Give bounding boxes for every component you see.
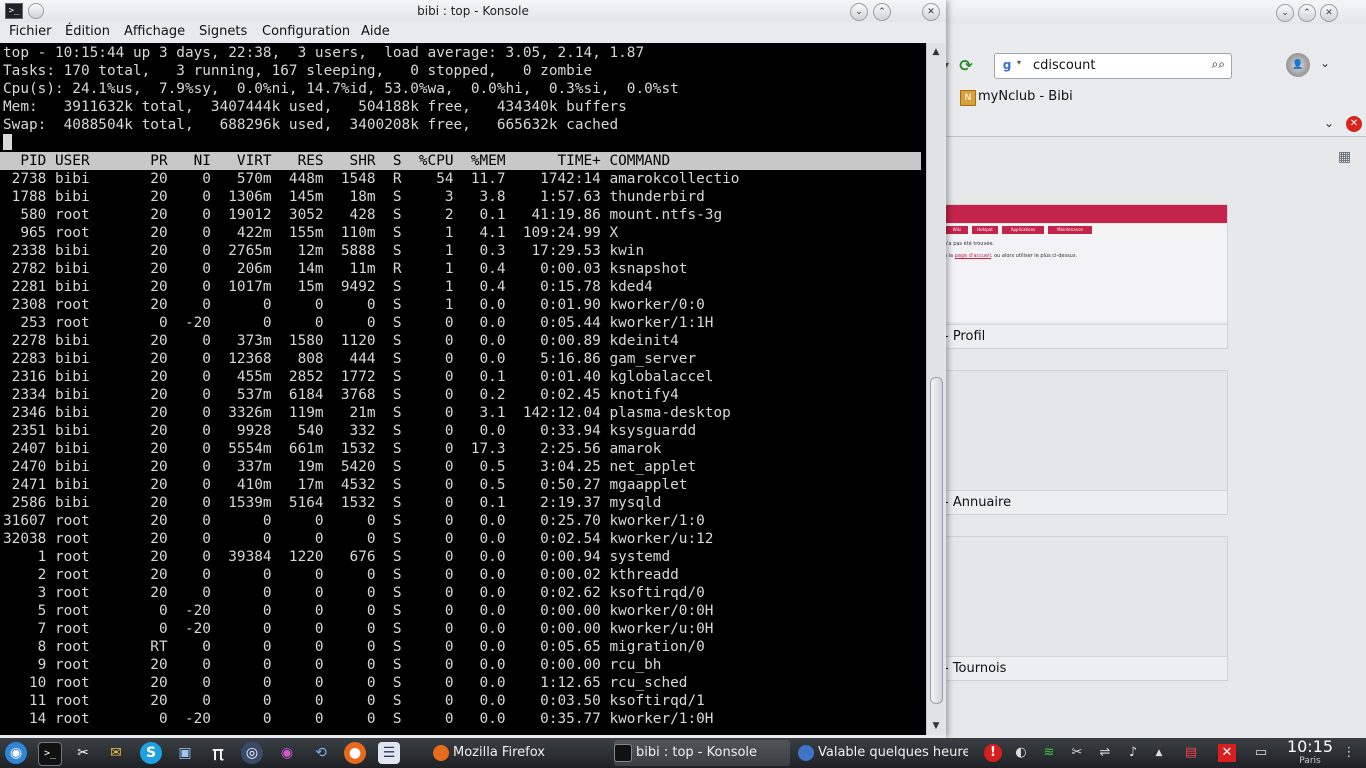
navigation-toolbar: ▾ ⟳ g ▾ ⌕⌕ 👤 ⌄ — [940, 50, 1366, 80]
clock-zone: Paris — [1299, 756, 1321, 766]
maximize-button[interactable]: ⌃ — [873, 3, 891, 21]
monitor-icon[interactable]: ▭ — [1252, 744, 1270, 762]
task-valable[interactable]: Valable quelques heure — [798, 740, 968, 766]
chevron-up-icon[interactable]: ▲ — [1150, 744, 1168, 762]
usb-icon[interactable]: ⇌ — [1096, 744, 1114, 762]
column-headers: PID USER PR NI VIRT RES SHR S %CPU %MEM … — [3, 153, 671, 169]
update-icon[interactable]: ⟲ — [310, 742, 332, 764]
skype-icon[interactable]: S — [140, 742, 162, 764]
bookmark-link[interactable]: myNclub - Bibi — [978, 89, 1073, 104]
thumbnail-nav-item: Wiki — [946, 226, 968, 234]
process-table: 2738 bibi 20 0 570m 448m 1548 R 54 11.7 … — [3, 171, 740, 727]
tile-profil[interactable]: Wiki Hotspot Applications Maintenance n'… — [940, 204, 1228, 349]
process-table-header: PID USER PR NI VIRT RES SHR S %CPU %MEM … — [0, 152, 921, 170]
avatar[interactable]: 👤 — [1286, 53, 1310, 77]
tile-caption: - Tournois — [940, 656, 1227, 680]
reload-icon[interactable]: ⟳ — [956, 56, 976, 76]
clock-time[interactable]: 10:15 — [1284, 738, 1336, 756]
thumbnail-text: n'a pas été trouvée. — [944, 241, 995, 247]
chevron-down-icon[interactable]: ⌄ — [1320, 56, 1330, 70]
taskbar: ◉ >_ ✂ ✉ S ▣ π ◎ ◉ ⟲ ● ☰ Mozilla Firefox… — [0, 738, 1366, 768]
grid-icon[interactable]: ▦ — [1338, 149, 1351, 165]
task-label: bibi : top - Konsole — [636, 745, 758, 760]
dolphin-icon[interactable]: ◐ — [1012, 744, 1030, 762]
close-button[interactable]: ✕ — [1320, 4, 1338, 22]
thumbnail-header — [940, 205, 1227, 223]
konsole-window: bibi : top - Konsole >_ ⌄ ⌃ ✕ Fichier Éd… — [0, 0, 946, 738]
firefox-titlebar[interactable]: ⌄ ⌃ ✕ — [940, 0, 1366, 24]
minimize-button[interactable]: ⌄ — [850, 3, 868, 21]
maximize-button[interactable]: ⌃ — [1298, 4, 1316, 22]
network-icon[interactable]: ▣ — [174, 742, 196, 764]
scroll-up-icon[interactable]: ▲ — [929, 45, 943, 59]
close-icon[interactable]: ✕ — [1218, 744, 1236, 762]
firefox-icon[interactable]: ● — [344, 742, 366, 764]
panel-toolbox-icon[interactable]: ⋮ — [1340, 744, 1358, 762]
window-menu-button[interactable] — [28, 3, 44, 19]
scissors-icon[interactable]: ✂ — [1068, 744, 1086, 762]
menu-signets[interactable]: Signets — [199, 24, 247, 39]
firefox-window: ⌄ ⌃ ✕ ▾ ⟳ g ▾ ⌕⌕ 👤 ⌄ N myNclub - Bibi ⌄ … — [940, 0, 1366, 738]
thumbnail-nav-item: Hotspot — [972, 226, 998, 234]
list-all-tabs-icon[interactable]: ⌄ — [1324, 116, 1334, 130]
new-tab-page: ▦ Wiki Hotspot Applications Maintenance … — [940, 137, 1366, 738]
task-konsole[interactable]: bibi : top - Konsole — [614, 740, 790, 766]
calendar-icon[interactable]: ▤ — [1182, 744, 1200, 762]
thumbnail-nav: Wiki Hotspot Applications Maintenance — [940, 224, 1227, 236]
search-bar[interactable]: g ▾ ⌕⌕ — [994, 53, 1232, 79]
eye-icon[interactable]: ◉ — [276, 742, 298, 764]
tile-caption: - Annuaire — [940, 490, 1227, 514]
window-title: bibi : top - Konsole — [417, 4, 529, 18]
search-input[interactable] — [1033, 56, 1183, 74]
browser-icon — [798, 744, 814, 761]
chevron-down-icon[interactable]: ▾ — [1017, 58, 1021, 67]
volume-icon[interactable]: ♪ — [1124, 744, 1142, 762]
alert-icon[interactable]: ! — [984, 744, 1002, 762]
binoculars-icon[interactable]: ⌕⌕ — [1212, 57, 1225, 72]
scroll-down-icon[interactable]: ▼ — [929, 719, 943, 733]
close-button[interactable]: ✕ — [922, 3, 940, 21]
search-icon[interactable]: ◎ — [241, 742, 263, 764]
close-tab-icon[interactable]: ✕ — [1346, 116, 1362, 132]
menu-affichage[interactable]: Affichage — [124, 24, 185, 39]
terminal-output[interactable]: top - 10:15:44 up 3 days, 22:38, 3 users… — [0, 43, 926, 735]
thumbnail-body — [940, 236, 1227, 322]
scrollbar-thumb[interactable] — [930, 377, 943, 704]
menu-fichier[interactable]: Fichier — [9, 24, 52, 39]
task-firefox[interactable]: Mozilla Firefox — [433, 740, 603, 766]
konsole-titlebar[interactable]: bibi : top - Konsole >_ ⌄ ⌃ ✕ — [0, 0, 946, 22]
mandriva-icon[interactable]: ◉ — [5, 742, 27, 764]
wifi-icon[interactable]: ≋ — [1040, 744, 1058, 762]
firefox-icon — [433, 744, 449, 761]
mail-icon[interactable]: ✉ — [105, 742, 127, 764]
document-icon[interactable]: ☰ — [378, 742, 400, 764]
tab-strip: ⌄ ✕ — [940, 114, 1366, 137]
menu-bar: Fichier Édition Affichage Signets Config… — [0, 22, 946, 43]
terminal-icon[interactable]: >_ — [5, 3, 23, 19]
task-label: Mozilla Firefox — [453, 745, 545, 760]
bookmark-icon: N — [960, 90, 976, 106]
terminal-icon[interactable]: >_ — [38, 742, 62, 766]
tile-caption: - Profil — [940, 324, 1227, 348]
thumbnail-text: à la page d'accueil, ou alors utiliser l… — [944, 253, 1078, 259]
search-engine-icon[interactable]: g — [999, 57, 1015, 73]
top-summary: top - 10:15:44 up 3 days, 22:38, 3 users… — [3, 45, 679, 133]
bookmarks-toolbar: N myNclub - Bibi — [940, 88, 1366, 110]
menu-edition[interactable]: Édition — [65, 24, 110, 39]
pi-icon[interactable]: π — [207, 742, 229, 764]
thumbnail-nav-item: Applications — [1002, 226, 1044, 234]
minimize-button[interactable]: ⌄ — [1276, 4, 1294, 22]
terminal-icon — [614, 743, 632, 762]
tile-annuaire[interactable]: - Annuaire — [940, 370, 1228, 515]
menu-configuration[interactable]: Configuration — [262, 24, 350, 39]
tile-tournois[interactable]: - Tournois — [940, 536, 1228, 681]
task-label: Valable quelques heure — [818, 745, 968, 760]
tools-icon[interactable]: ✂ — [72, 742, 94, 764]
menu-aide[interactable]: Aide — [361, 24, 390, 39]
scrollbar[interactable]: ▲ ▼ — [926, 43, 945, 735]
terminal-cursor — [3, 134, 12, 150]
thumbnail-nav-item: Maintenance — [1048, 226, 1092, 234]
